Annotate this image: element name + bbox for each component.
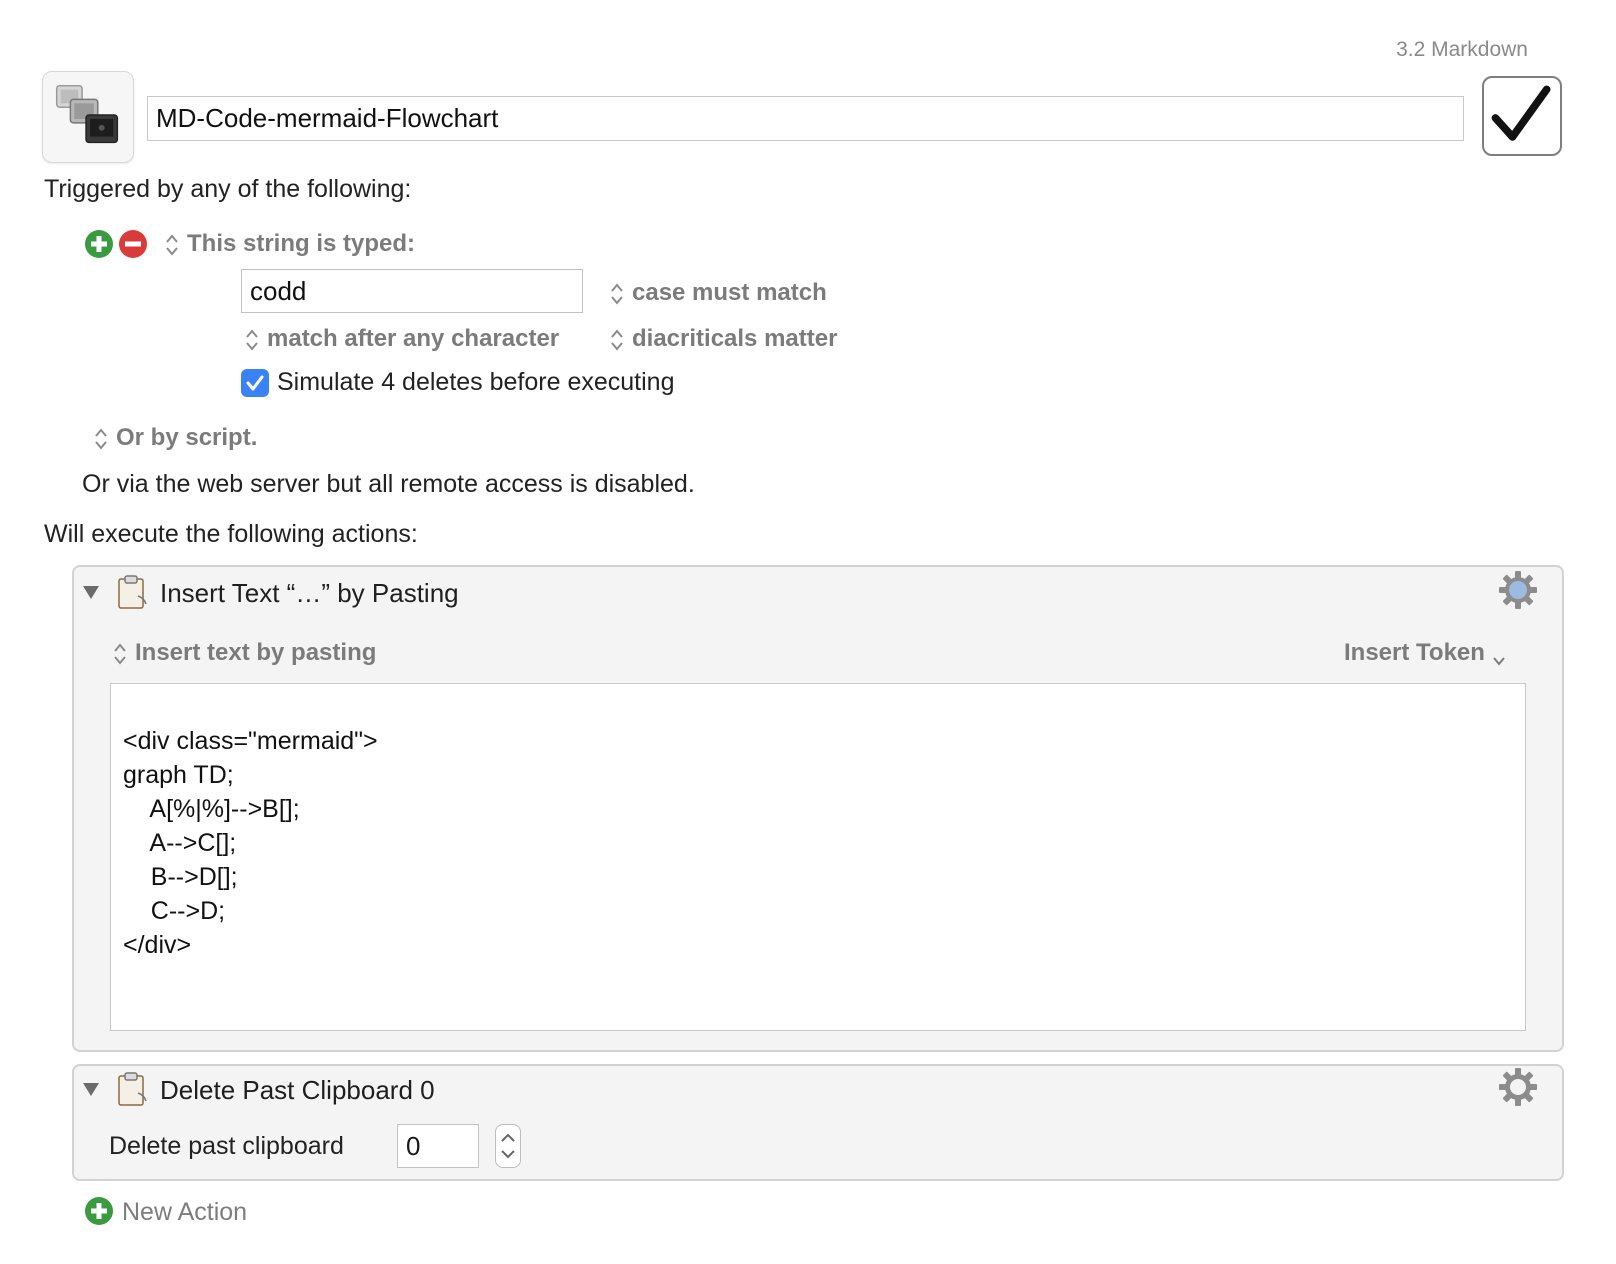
checkmark-icon bbox=[246, 375, 264, 391]
script-trigger-popup[interactable]: Or by script. bbox=[94, 424, 257, 452]
remove-trigger-button[interactable] bbox=[118, 229, 148, 259]
diacritics-option-popup[interactable]: diacriticals matter bbox=[610, 325, 837, 353]
trigger-type-popup[interactable]: This string is typed: bbox=[165, 230, 415, 258]
macro-name-field[interactable]: MD-Code-mermaid-Flowchart bbox=[147, 96, 1464, 141]
gear-icon[interactable] bbox=[1498, 570, 1538, 610]
checkmark-icon bbox=[1491, 85, 1551, 141]
triggers-heading: Triggered by any of the following: bbox=[44, 175, 412, 203]
trigger-type-label: This string is typed: bbox=[187, 230, 416, 257]
add-trigger-button[interactable] bbox=[84, 229, 114, 259]
match-option-label: match after any character bbox=[267, 325, 560, 352]
case-option-label: case must match bbox=[632, 279, 827, 306]
macro-group-label: 3.2 Markdown bbox=[1396, 38, 1528, 61]
typed-string-input[interactable]: codd bbox=[241, 269, 583, 313]
clipboard-index-field[interactable]: 0 bbox=[397, 1124, 479, 1168]
chevron-down-icon bbox=[1492, 647, 1506, 666]
case-option-popup[interactable]: case must match bbox=[610, 279, 827, 307]
actions-heading: Will execute the following actions: bbox=[44, 520, 418, 548]
insert-mode-popup[interactable]: Insert text by pasting bbox=[113, 639, 376, 667]
insert-token-menu[interactable]: Insert Token bbox=[1344, 639, 1506, 667]
macro-enable-checkbox[interactable] bbox=[1482, 76, 1562, 156]
disclosure-triangle-icon[interactable] bbox=[82, 583, 100, 601]
macro-icon[interactable] bbox=[42, 71, 134, 163]
popup-stepper-icon bbox=[610, 282, 624, 306]
new-action-button[interactable] bbox=[84, 1196, 114, 1226]
match-option-popup[interactable]: match after any character bbox=[245, 325, 559, 353]
delete-past-clipboard-label: Delete past clipboard bbox=[109, 1132, 344, 1160]
popup-stepper-icon bbox=[113, 642, 127, 666]
clipboard-index-stepper[interactable] bbox=[495, 1124, 521, 1168]
stacked-windows-icon bbox=[55, 84, 119, 144]
plus-circle-icon bbox=[85, 1197, 113, 1225]
clipboard-icon bbox=[116, 574, 148, 610]
action-title: Insert Text “…” by Pasting bbox=[160, 578, 459, 608]
stepper-arrows-icon bbox=[501, 1133, 515, 1159]
simulate-deletes-label: Simulate 4 deletes before executing bbox=[277, 368, 675, 396]
plus-circle-icon bbox=[85, 230, 113, 258]
diacritics-option-label: diacriticals matter bbox=[632, 325, 838, 352]
popup-stepper-icon bbox=[165, 233, 179, 257]
script-trigger-label: Or by script. bbox=[116, 424, 258, 451]
new-action-label[interactable]: New Action bbox=[122, 1198, 247, 1227]
web-server-text: Or via the web server but all remote acc… bbox=[82, 470, 695, 498]
insert-mode-label: Insert text by pasting bbox=[135, 639, 377, 666]
insert-token-label: Insert Token bbox=[1344, 639, 1485, 666]
popup-stepper-icon bbox=[610, 328, 624, 352]
gear-icon[interactable] bbox=[1498, 1067, 1538, 1107]
action-title: Delete Past Clipboard 0 bbox=[160, 1075, 435, 1105]
simulate-deletes-checkbox[interactable] bbox=[241, 369, 269, 397]
popup-stepper-icon bbox=[94, 427, 108, 451]
popup-stepper-icon bbox=[245, 328, 259, 352]
minus-circle-icon bbox=[119, 230, 147, 258]
clipboard-icon bbox=[116, 1071, 148, 1107]
insert-text-area[interactable]: <div class="mermaid"> graph TD; A[%|%]--… bbox=[110, 683, 1526, 1031]
disclosure-triangle-icon[interactable] bbox=[82, 1080, 100, 1098]
